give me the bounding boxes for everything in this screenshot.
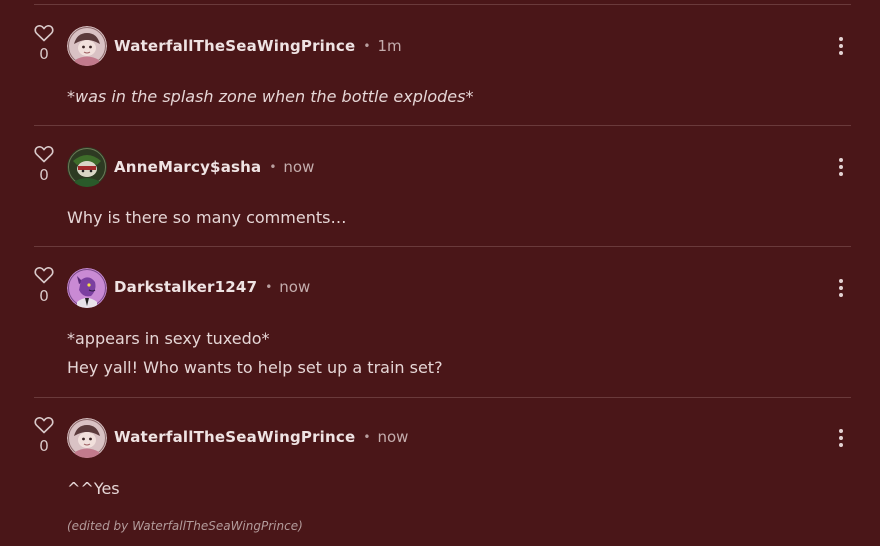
separator-dot: • — [269, 160, 277, 174]
heart-icon[interactable] — [34, 266, 54, 284]
like-count: 0 — [39, 45, 49, 63]
avatar[interactable] — [67, 147, 107, 187]
comment-meta: AnneMarcy$asha • now — [114, 157, 314, 177]
like-count: 0 — [39, 287, 49, 305]
username-link[interactable]: Darkstalker1247 — [114, 278, 257, 296]
divider — [34, 125, 851, 126]
like-control[interactable]: 0 — [32, 24, 56, 63]
heart-icon[interactable] — [34, 145, 54, 163]
like-count: 0 — [39, 166, 49, 184]
avatar[interactable] — [67, 26, 107, 66]
comment-text-line: *appears in sexy tuxedo* — [67, 329, 270, 348]
like-control[interactable]: 0 — [32, 416, 56, 455]
cartoon-prince-avatar-icon — [67, 418, 107, 458]
avatar[interactable] — [67, 268, 107, 308]
purple-dragon-avatar-icon — [67, 268, 107, 308]
more-options-button[interactable] — [832, 276, 850, 300]
divider — [34, 246, 851, 247]
more-options-button[interactable] — [832, 155, 850, 179]
comment-text: ^^Yes — [67, 479, 120, 498]
separator-dot: • — [265, 280, 273, 294]
heart-icon[interactable] — [34, 24, 54, 42]
timestamp: now — [283, 158, 315, 176]
username-link[interactable]: WaterfallTheSeaWingPrince — [114, 428, 355, 446]
like-control[interactable]: 0 — [32, 266, 56, 305]
comment-meta: WaterfallTheSeaWingPrince • 1m — [114, 36, 402, 56]
vertical-dots-icon — [839, 429, 843, 447]
vertical-dots-icon — [839, 37, 843, 55]
comment-meta: Darkstalker1247 • now — [114, 277, 310, 297]
timestamp: now — [377, 428, 409, 446]
comment-text: *was in the splash zone when the bottle … — [67, 87, 474, 106]
avatar[interactable] — [67, 418, 107, 458]
username-link[interactable]: AnneMarcy$asha — [114, 158, 261, 176]
comment-text: Why is there so many comments… — [67, 208, 347, 227]
more-options-button[interactable] — [832, 34, 850, 58]
heart-icon[interactable] — [34, 416, 54, 434]
cartoon-prince-avatar-icon — [67, 26, 107, 66]
username-link[interactable]: WaterfallTheSeaWingPrince — [114, 37, 355, 55]
separator-dot: • — [363, 430, 371, 444]
comment-text-line: Hey yall! Who wants to help set up a tra… — [67, 358, 443, 377]
timestamp: now — [279, 278, 311, 296]
divider — [34, 397, 851, 398]
divider — [34, 4, 851, 5]
separator-dot: • — [363, 39, 371, 53]
vertical-dots-icon — [839, 279, 843, 297]
like-control[interactable]: 0 — [32, 145, 56, 184]
vertical-dots-icon — [839, 158, 843, 176]
green-cartoon-avatar-icon — [67, 147, 107, 187]
more-options-button[interactable] — [832, 426, 850, 450]
comment-meta: WaterfallTheSeaWingPrince • now — [114, 427, 408, 447]
like-count: 0 — [39, 437, 49, 455]
timestamp: 1m — [377, 37, 402, 55]
edited-note: (edited by WaterfallTheSeaWingPrince) — [67, 519, 303, 533]
